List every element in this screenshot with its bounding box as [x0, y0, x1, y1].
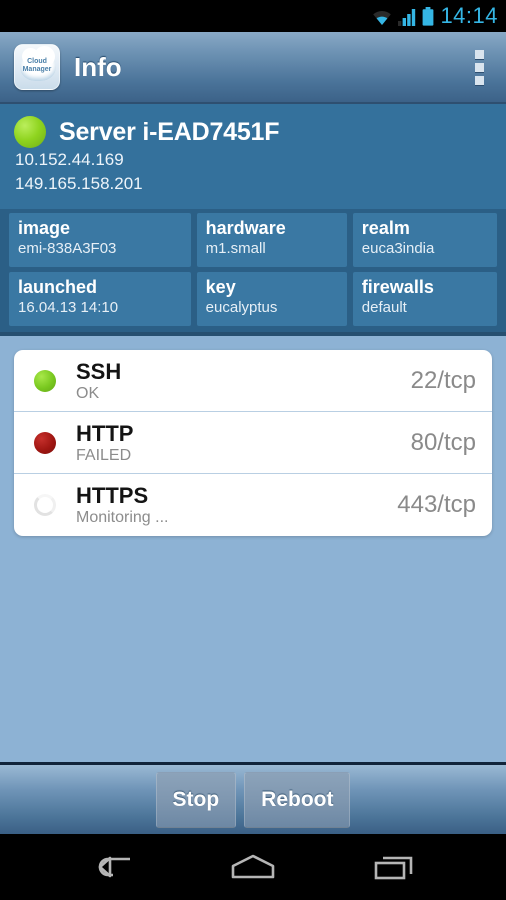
app-logo-line1: Cloud — [27, 58, 47, 65]
service-list-card: SSH OK 22/tcp HTTP FAILED 80/tcp HTTPS M… — [14, 350, 492, 536]
metadata-value: 16.04.13 14:10 — [18, 299, 119, 316]
phone-screen: 14:14 Cloud Manager Info Server i-EAD745… — [0, 0, 506, 900]
action-button-bar: Stop Reboot — [0, 762, 506, 834]
battery-icon — [423, 7, 434, 26]
metadata-value: eucalyptus — [205, 299, 278, 316]
status-bar: 14:14 — [0, 0, 506, 32]
service-name: SSH — [76, 358, 122, 384]
service-name: HTTP — [76, 420, 134, 446]
section-divider — [0, 332, 506, 336]
service-name: HTTPS — [76, 483, 149, 508]
metadata-value: default — [361, 299, 407, 316]
wifi-icon — [373, 10, 392, 25]
service-status-indicator — [14, 369, 76, 392]
service-state: OK — [76, 384, 100, 402]
metadata-key: key — [205, 277, 236, 297]
service-list-area: SSH OK 22/tcp HTTP FAILED 80/tcp HTTPS M… — [0, 340, 506, 752]
action-bar: Cloud Manager Info — [0, 32, 506, 104]
service-port: 80/tcp — [410, 428, 476, 456]
metadata-key: hardware — [205, 218, 286, 238]
nav-home-button[interactable] — [221, 847, 285, 887]
reboot-button[interactable]: Reboot — [244, 771, 351, 828]
service-status-indicator — [14, 494, 76, 516]
metadata-cell-realm: realm euca3india — [352, 213, 497, 267]
stop-button[interactable]: Stop — [155, 771, 237, 828]
service-state: FAILED — [76, 446, 132, 464]
status-bar-clock: 14:14 — [440, 2, 498, 28]
metadata-cell-launched: launched 16.04.13 14:10 — [9, 272, 191, 326]
metadata-cell-hardware: hardware m1.small — [196, 213, 347, 267]
metadata-key: launched — [18, 277, 98, 297]
server-header: Server i-EAD7451F 10.152.44.169 149.165.… — [0, 104, 506, 209]
metadata-value: emi-838A3F03 — [18, 240, 117, 257]
app-logo-line2: Manager — [22, 66, 52, 73]
service-status-indicator — [14, 431, 76, 454]
metadata-cell-firewalls: firewalls default — [352, 272, 497, 326]
server-private-ip: 10.152.44.169 — [15, 150, 124, 169]
android-nav-bar — [0, 834, 506, 900]
app-logo-icon[interactable]: Cloud Manager — [14, 44, 60, 90]
metadata-key: image — [18, 218, 71, 238]
metadata-value: euca3india — [361, 240, 435, 257]
service-row-ssh[interactable]: SSH OK 22/tcp — [14, 350, 492, 412]
server-name: Server i-EAD7451F — [59, 117, 280, 146]
status-bar-icons — [371, 6, 434, 26]
metadata-key: realm — [361, 218, 410, 238]
nav-back-button[interactable] — [79, 847, 143, 887]
signal-icon — [398, 9, 416, 26]
service-port: 22/tcp — [410, 366, 476, 394]
metadata-cell-key: key eucalyptus — [196, 272, 347, 326]
back-icon — [98, 856, 130, 878]
home-icon — [231, 854, 275, 879]
metadata-row: image emi-838A3F03 hardware m1.small rea… — [9, 213, 497, 267]
metadata-value: m1.small — [205, 240, 266, 257]
metadata-cell-image: image emi-838A3F03 — [9, 213, 191, 267]
service-state: Monitoring ... — [76, 509, 169, 526]
service-port: 443/tcp — [397, 491, 476, 518]
recent-apps-icon — [374, 856, 413, 880]
service-row-http[interactable]: HTTP FAILED 80/tcp — [14, 412, 492, 474]
server-public-ip: 149.165.158.201 — [15, 174, 143, 193]
service-row-https[interactable]: HTTPS Monitoring ... 443/tcp — [14, 474, 492, 536]
server-metadata-grid: image emi-838A3F03 hardware m1.small rea… — [0, 209, 506, 336]
status-dot-ok — [34, 369, 56, 392]
server-status-indicator — [14, 116, 46, 148]
metadata-key: firewalls — [361, 277, 434, 297]
status-dot-failed — [34, 431, 56, 454]
spinner-icon — [34, 494, 56, 516]
page-title: Info — [74, 51, 122, 82]
nav-recents-button[interactable] — [363, 847, 427, 887]
metadata-row: launched 16.04.13 14:10 key eucalyptus f… — [9, 272, 497, 326]
overflow-menu-icon[interactable] — [466, 46, 492, 88]
